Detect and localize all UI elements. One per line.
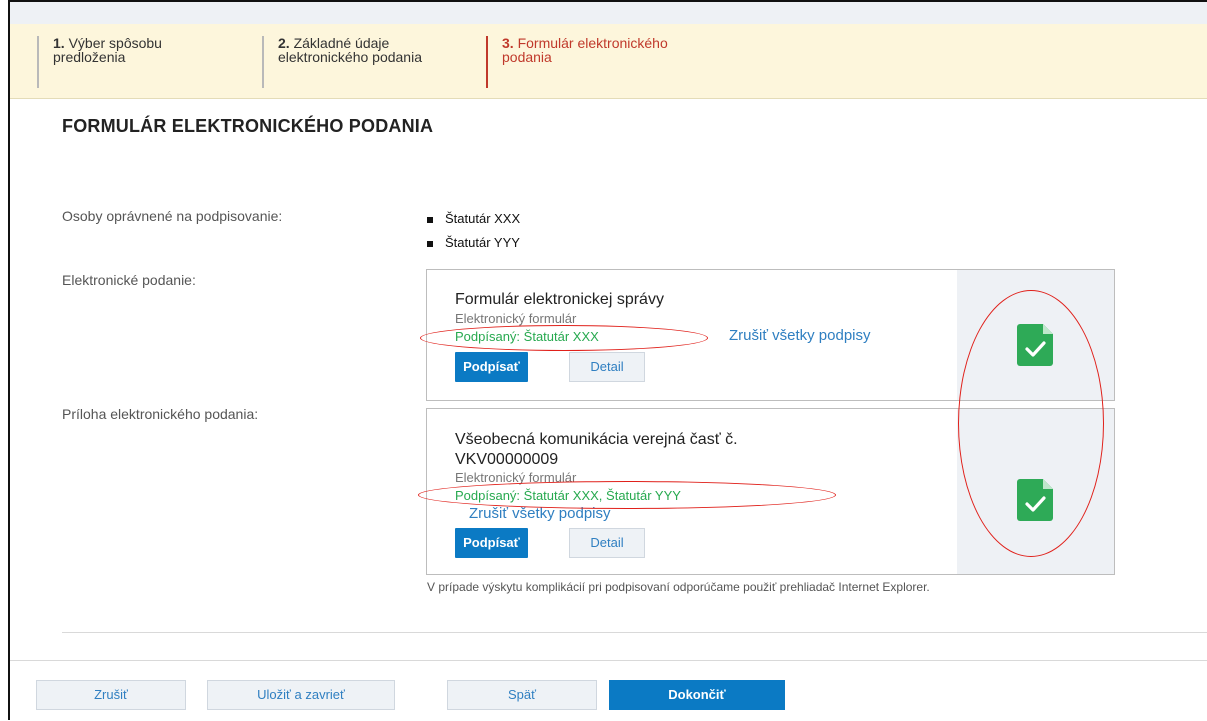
- signers-label: Osoby oprávnené na podpisovanie:: [62, 208, 283, 224]
- top-strip: [10, 2, 1207, 24]
- step-label: Výber spôsobu predloženia: [53, 35, 162, 65]
- bullet-icon: [427, 216, 433, 223]
- bullet-icon: [427, 240, 433, 247]
- attachment-card: Všeobecná komunikácia verejná časť č. VK…: [426, 408, 1115, 575]
- document-check-icon: [1017, 479, 1053, 521]
- divider: [62, 632, 1207, 633]
- sign-button[interactable]: Podpísať: [455, 528, 528, 558]
- document-name: Všeobecná komunikácia verejná časť č. VK…: [455, 430, 738, 470]
- detail-button[interactable]: Detail: [569, 352, 645, 382]
- finish-button[interactable]: Dokončiť: [609, 680, 785, 710]
- step-2[interactable]: 2. Základné údaje elektronického podania: [262, 36, 462, 88]
- list-item: Štatutár YYY: [427, 231, 520, 255]
- document-name-line: Všeobecná komunikácia verejná časť č.: [455, 431, 738, 448]
- cancel-all-signatures-link[interactable]: Zrušiť všetky podpisy: [729, 327, 871, 344]
- submission-label: Elektronické podanie:: [62, 272, 196, 288]
- document-type: Elektronický formulár: [455, 470, 577, 485]
- back-button[interactable]: Späť: [447, 680, 597, 710]
- signed-status: Podpísaný: Štatutár XXX, Štatutár YYY: [455, 488, 681, 503]
- step-3-active[interactable]: 3. Formulár elektronického podania: [486, 36, 676, 88]
- step-label: Základné údaje elektronického podania: [278, 35, 422, 65]
- step-1[interactable]: 1. Výber spôsobu predloženia: [37, 36, 227, 88]
- attachment-label: Príloha elektronického podania:: [62, 406, 259, 422]
- detail-button[interactable]: Detail: [569, 528, 645, 558]
- save-and-close-button[interactable]: Uložiť a zavrieť: [207, 680, 395, 710]
- document-type: Elektronický formulár: [455, 311, 577, 326]
- document-name-line: VKV00000009: [455, 451, 559, 468]
- document-name: Formulár elektronickej správy: [455, 291, 664, 308]
- icon-pane: [957, 409, 1114, 574]
- list-item: Štatutár XXX: [427, 207, 520, 231]
- footer-bar: Zrušiť Uložiť a zavrieť Späť Dokončiť: [10, 660, 1207, 721]
- browser-note: V prípade výskytu komplikácií pri podpis…: [427, 580, 930, 594]
- signer-name: Štatutár XXX: [445, 211, 521, 226]
- step-label: Formulár elektronického podania: [502, 35, 668, 65]
- signers-list: Štatutár XXX Štatutár YYY: [427, 207, 520, 255]
- signed-status: Podpísaný: Štatutár XXX: [455, 329, 599, 344]
- icon-pane: [957, 270, 1114, 400]
- document-check-icon: [1017, 324, 1053, 366]
- wizard-steps: 1. Výber spôsobu predloženia 2. Základné…: [10, 24, 1207, 99]
- signer-name: Štatutár YYY: [445, 235, 520, 250]
- page-title: FORMULÁR ELEKTRONICKÉHO PODANIA: [62, 116, 434, 136]
- submission-card: Formulár elektronickej správy Elektronic…: [426, 269, 1115, 401]
- cancel-button[interactable]: Zrušiť: [36, 680, 186, 710]
- sign-button[interactable]: Podpísať: [455, 352, 528, 382]
- cancel-all-signatures-link[interactable]: Zrušiť všetky podpisy: [469, 505, 611, 522]
